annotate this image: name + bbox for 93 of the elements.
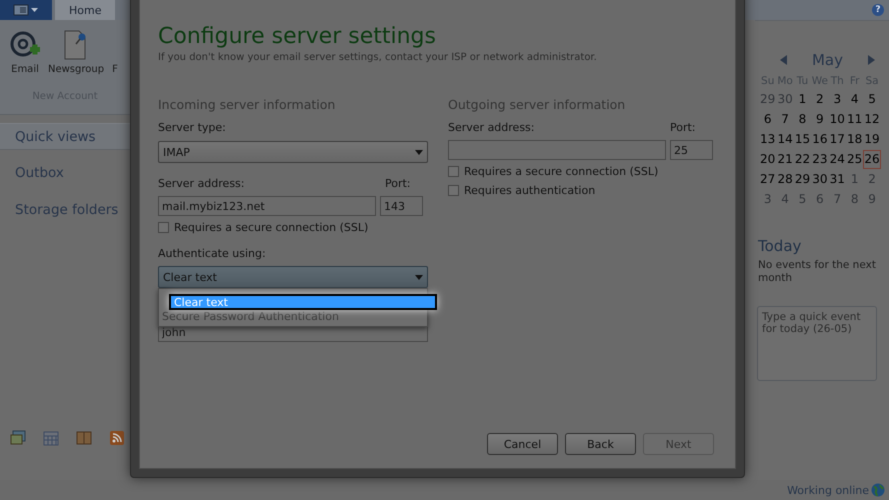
port-field[interactable]: 143 (380, 196, 423, 216)
next-month-button[interactable] (868, 55, 875, 65)
dialog-title: Configure server settings (158, 23, 437, 51)
server-address-field[interactable] (448, 140, 666, 160)
menu-icon (13, 4, 39, 16)
field-label: Server address: (158, 177, 244, 191)
calendar-day[interactable]: 25 (846, 150, 864, 169)
section-heading: Incoming server information (158, 97, 336, 113)
calendar-day[interactable]: 13 (759, 130, 776, 149)
calendar-day[interactable]: 31 (828, 170, 846, 189)
calendar-day[interactable]: 2 (811, 90, 829, 109)
field-label: Server type: (158, 121, 227, 135)
calendar-day[interactable]: 1 (794, 90, 812, 109)
section-heading: Outgoing server information (448, 97, 626, 113)
calendar-day[interactable]: 24 (828, 150, 846, 169)
calendar-day[interactable]: 5 (794, 190, 812, 209)
calendar-day[interactable]: 2 (863, 170, 881, 189)
calendar-day[interactable]: 29 (794, 170, 812, 189)
today-heading: Today (758, 237, 802, 255)
right-triangle-icon (868, 55, 875, 65)
calendar-day[interactable]: 4 (776, 190, 794, 209)
calendar-day[interactable]: 30 (811, 170, 829, 189)
dialog-button[interactable]: Back (565, 433, 636, 455)
calendar-day[interactable]: 9 (863, 190, 881, 209)
book-icon (76, 430, 92, 446)
calendar-day[interactable]: 12 (863, 110, 881, 129)
checkbox[interactable] (158, 222, 169, 232)
calendar-day[interactable]: 21 (776, 150, 794, 169)
field-label: Port: (385, 177, 412, 191)
mail-icon (10, 430, 26, 446)
calendar-day[interactable]: 20 (759, 150, 776, 169)
calendar-day[interactable]: 19 (863, 130, 881, 149)
dropdown-arrow-icon (415, 150, 423, 154)
calendar-day[interactable]: 27 (759, 170, 776, 189)
previous-month-button[interactable] (780, 55, 787, 65)
calendar-icon (43, 430, 59, 446)
calendar-day[interactable]: 17 (828, 130, 846, 149)
calendar-day[interactable]: 16 (811, 130, 829, 149)
calendar-day[interactable]: 22 (794, 150, 812, 169)
checkbox[interactable] (448, 166, 459, 176)
dialog-button[interactable]: Cancel (487, 433, 558, 455)
dropdown-arrow-icon (415, 274, 423, 280)
dropdown-option[interactable]: Clear text (169, 294, 437, 310)
checkbox-label: Requires a secure connection (SSL) (464, 164, 658, 178)
calendar-day[interactable]: 11 (846, 110, 864, 129)
calendar-day[interactable]: 18 (846, 130, 864, 149)
ribbon-button[interactable]: F (110, 30, 120, 88)
server-address-field[interactable]: mail.mybiz123.net (158, 196, 376, 216)
checkbox-label: Requires authentication (464, 184, 596, 196)
calendar-day[interactable]: 15 (794, 130, 812, 149)
calendar-day[interactable]: 30 (776, 90, 794, 109)
calendar-day[interactable]: 8 (846, 190, 864, 209)
checkbox-label: Requires a secure connection (SSL) (174, 220, 368, 234)
dialog-subtitle: If you don't know your email server settings, contact your ISP or network administrator. (158, 51, 598, 65)
calendar-day[interactable]: 3 (759, 190, 776, 209)
calendar-day[interactable]: 7 (828, 190, 846, 209)
calendar-day[interactable]: 8 (794, 110, 812, 129)
help-button[interactable]: ? (872, 4, 884, 16)
ribbon-button[interactable]: Email (8, 30, 42, 88)
checkbox[interactable] (448, 184, 459, 196)
calendar-day[interactable]: 5 (863, 90, 881, 109)
ribbon-button[interactable]: Newsgroup (46, 30, 106, 88)
calendar-day[interactable]: 10 (828, 110, 846, 129)
field-label: Port: (670, 121, 697, 135)
calendar-day[interactable]: 9 (811, 110, 829, 129)
ribbon-tab[interactable]: Home (55, 0, 116, 20)
authentication-dropdown[interactable]: Clear text (158, 266, 428, 288)
globe-icon (871, 483, 885, 497)
month-title: May (812, 51, 843, 69)
nav-item[interactable]: Quick views (0, 123, 130, 150)
rss-feed-icon (109, 430, 125, 446)
calendar-day[interactable]: 26 (863, 150, 881, 169)
app-menu-button[interactable] (0, 0, 52, 20)
status-text: Working online (787, 484, 869, 496)
calendar-day[interactable]: 28 (776, 170, 794, 189)
calendar-day[interactable]: 14 (776, 130, 794, 149)
calendar-day[interactable]: 4 (846, 90, 864, 109)
calendar-day[interactable]: 1 (846, 170, 864, 189)
server-type-dropdown[interactable]: IMAP (158, 141, 428, 163)
today-message: No events for the next month (758, 259, 877, 285)
calendar-day[interactable]: 23 (811, 150, 829, 169)
calendar-day[interactable]: 29 (759, 90, 776, 109)
calendar-day[interactable]: 7 (776, 110, 794, 129)
quick-event-field[interactable]: Type a quick event for today (26-05) (757, 306, 877, 381)
field-label: Authenticate using: (158, 247, 267, 261)
port-field[interactable]: 25 (670, 140, 713, 160)
left-triangle-icon (780, 55, 787, 65)
calendar-day[interactable]: 6 (811, 190, 829, 209)
calendar-day[interactable]: 6 (759, 110, 776, 129)
nav-item[interactable]: Outbox (0, 160, 130, 187)
field-label: Server address: (448, 121, 534, 135)
calendar-day[interactable]: 3 (828, 90, 846, 109)
nav-item[interactable]: Storage folders (0, 197, 130, 224)
